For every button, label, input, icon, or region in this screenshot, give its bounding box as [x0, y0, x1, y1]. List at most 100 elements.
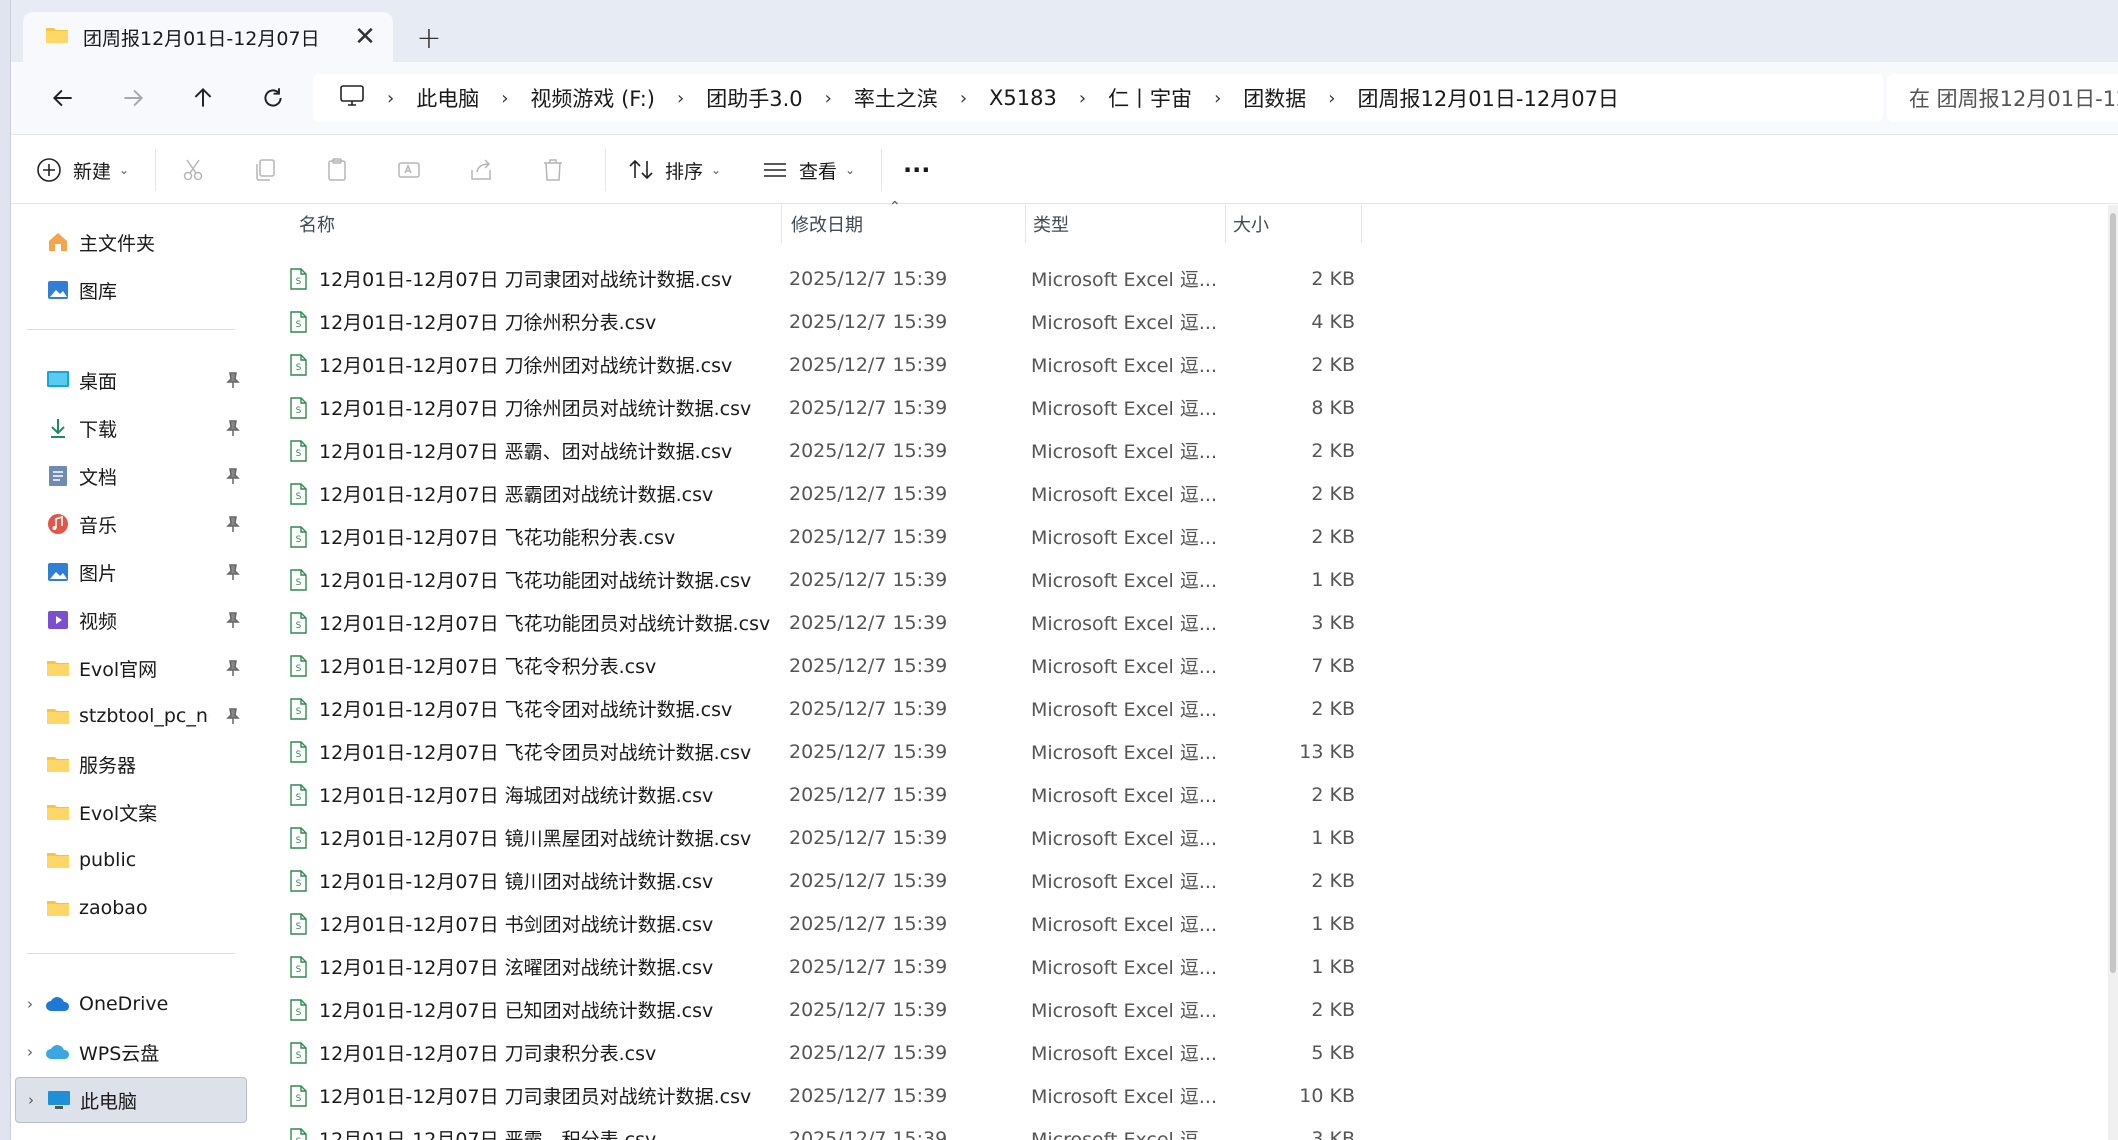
column-separator[interactable]: [1225, 205, 1226, 243]
breadcrumb-tuanzhushou[interactable]: 团助手3.0: [706, 83, 802, 113]
chevron-right-icon[interactable]: ›: [677, 88, 684, 109]
paste-button[interactable]: [323, 149, 351, 191]
column-header-date[interactable]: 修改日期: [791, 205, 863, 243]
file-row[interactable]: S 12月01日-12月07日 飞花功能团对战统计数据.csv 2025/12/7 …: [249, 558, 1369, 601]
file-row[interactable]: S 12月01日-12月07日 书剑团对战统计数据.csv 2025/12/7 15…: [249, 902, 1369, 945]
chevron-right-icon[interactable]: ›: [960, 88, 967, 109]
sidebar-item-stzbtool[interactable]: stzbtool_pc_new: [15, 693, 247, 739]
sidebar-item-wps-cloud[interactable]: › WPS云盘: [15, 1029, 247, 1075]
new-tab-button[interactable]: +: [409, 18, 449, 58]
tab-current-folder[interactable]: 团周报12月01日-12月07日 ✕: [23, 12, 393, 62]
file-row[interactable]: S 12月01日-12月07日 刀司隶团对战统计数据.csv 2025/12/7 1…: [249, 257, 1369, 300]
copy-button[interactable]: [251, 149, 279, 191]
sidebar-item-label: Evol官网: [79, 658, 158, 681]
breadcrumb-stzb[interactable]: 率土之滨: [854, 83, 938, 113]
file-row[interactable]: S 12月01日-12月07日 飞花功能积分表.csv 2025/12/7 15:3…: [249, 515, 1369, 558]
breadcrumb-this-pc[interactable]: 此电脑: [416, 83, 479, 113]
vertical-scrollbar[interactable]: [2108, 205, 2118, 1140]
file-row[interactable]: S 12月01日-12月07日 海城团对战统计数据.csv 2025/12/7 15…: [249, 773, 1369, 816]
file-row[interactable]: S 12月01日-12月07日 镜川团对战统计数据.csv 2025/12/7 15…: [249, 859, 1369, 902]
breadcrumb-team-data[interactable]: 团数据: [1243, 83, 1306, 113]
column-separator[interactable]: [1361, 205, 1362, 243]
pin-icon[interactable]: [223, 658, 243, 678]
close-tab-icon[interactable]: ✕: [345, 17, 385, 57]
file-name: 12月01日-12月07日 刀司隶积分表.csv: [289, 1031, 656, 1074]
breadcrumb-x5183[interactable]: X5183: [989, 86, 1057, 110]
file-name: 12月01日-12月07日 恶霸、团对战统计数据.csv: [289, 429, 732, 472]
file-row[interactable]: S 12月01日-12月07日 刀徐州团员对战统计数据.csv 2025/12/7 …: [249, 386, 1369, 429]
chevron-right-icon[interactable]: ›: [1079, 88, 1086, 109]
pin-icon[interactable]: [223, 562, 243, 582]
sidebar-item-music[interactable]: 音乐: [15, 501, 247, 547]
view-button[interactable]: 查看 ⌄: [761, 149, 855, 191]
scrollbar-thumb[interactable]: [2110, 213, 2116, 973]
file-type: Microsoft Excel 逗...: [1031, 398, 1217, 420]
file-row[interactable]: S12月01日-12月07日 恶霸、积分表.csv2025/12/7 15:39…: [249, 1117, 1369, 1140]
chevron-right-icon[interactable]: ›: [16, 1091, 46, 1109]
file-row[interactable]: S 12月01日-12月07日 飞花功能团员对战统计数据.csv 2025/12/7…: [249, 601, 1369, 644]
sidebar-item-home[interactable]: 主文件夹: [15, 219, 247, 265]
file-row[interactable]: S 12月01日-12月07日 飞花令团对战统计数据.csv 2025/12/7 1…: [249, 687, 1369, 730]
breadcrumb-drive-f[interactable]: 视频游戏 (F:): [530, 83, 655, 113]
chevron-right-icon[interactable]: ›: [1328, 88, 1335, 109]
search-input[interactable]: 在 团周报12月01日-12月07日 中搜索: [1887, 74, 2118, 122]
file-row[interactable]: S 12月01日-12月07日 已知团对战统计数据.csv 2025/12/7 15…: [249, 988, 1369, 1031]
cut-button[interactable]: [179, 149, 207, 191]
column-header-size[interactable]: 大小: [1233, 205, 1269, 243]
sidebar-item-evol-site[interactable]: Evol官网: [15, 645, 247, 691]
file-row[interactable]: S 12月01日-12月07日 飞花令团员对战统计数据.csv 2025/12/7 …: [249, 730, 1369, 773]
column-header-name[interactable]: 名称: [299, 205, 335, 243]
pin-icon[interactable]: [223, 610, 243, 630]
column-header-type[interactable]: 类型: [1033, 205, 1069, 243]
chevron-right-icon[interactable]: ›: [387, 88, 394, 109]
back-button[interactable]: [41, 76, 85, 120]
pin-icon[interactable]: [223, 706, 243, 726]
refresh-button[interactable]: [251, 76, 295, 120]
sidebar-item-evol-copy[interactable]: Evol文案: [15, 789, 247, 835]
chevron-right-icon[interactable]: ›: [15, 1043, 45, 1061]
chevron-right-icon[interactable]: ›: [1214, 88, 1221, 109]
file-row[interactable]: S 12月01日-12月07日 刀徐州团对战统计数据.csv 2025/12/7 1…: [249, 343, 1369, 386]
file-row[interactable]: S 12月01日-12月07日 恶霸团对战统计数据.csv 2025/12/7 15…: [249, 472, 1369, 515]
chevron-right-icon[interactable]: ›: [825, 88, 832, 109]
up-button[interactable]: [181, 76, 225, 120]
file-row[interactable]: S 12月01日-12月07日 刀徐州积分表.csv 2025/12/7 15:39…: [249, 300, 1369, 343]
column-separator[interactable]: [781, 205, 782, 243]
forward-button[interactable]: [111, 76, 155, 120]
sidebar-item-documents[interactable]: 文档: [15, 453, 247, 499]
pin-icon[interactable]: [223, 466, 243, 486]
file-row[interactable]: S 12月01日-12月07日 镜川黑屋团对战统计数据.csv 2025/12/7 …: [249, 816, 1369, 859]
address-bar[interactable]: › 此电脑 › 视频游戏 (F:) › 团助手3.0 › 率土之滨 › X518…: [313, 74, 1883, 122]
sidebar-item-public[interactable]: public: [15, 837, 247, 883]
file-row[interactable]: S 12月01日-12月07日 恶霸、团对战统计数据.csv 2025/12/7 1…: [249, 429, 1369, 472]
delete-button[interactable]: [539, 149, 567, 191]
breadcrumb-weekly-report[interactable]: 团周报12月01日-12月07日: [1357, 83, 1618, 113]
file-row[interactable]: S 12月01日-12月07日 泫曜团对战统计数据.csv 2025/12/7 15…: [249, 945, 1369, 988]
sidebar-item-desktop[interactable]: 桌面: [15, 357, 247, 403]
sidebar-item-this-pc[interactable]: › 此电脑: [15, 1077, 247, 1123]
breadcrumb-universe[interactable]: 仁丨宇宙: [1108, 83, 1192, 113]
navigation-pane: 主文件夹 图库 桌面 下载 文档 音乐 图片 视频 Evol官网 stzbtoo…: [11, 205, 247, 1140]
pin-icon[interactable]: [223, 418, 243, 438]
chevron-right-icon[interactable]: ›: [501, 88, 508, 109]
sidebar-item-videos[interactable]: 视频: [15, 597, 247, 643]
sidebar-item-pictures[interactable]: 图片: [15, 549, 247, 595]
sidebar-item-gallery[interactable]: 图库: [15, 267, 247, 313]
file-row[interactable]: S 12月01日-12月07日 刀司隶团员对战统计数据.csv 2025/12/7 …: [249, 1074, 1369, 1117]
sidebar-item-downloads[interactable]: 下载: [15, 405, 247, 451]
file-name: 12月01日-12月07日 刀徐州团员对战统计数据.csv: [289, 386, 751, 429]
share-button[interactable]: [467, 149, 495, 191]
more-options-button[interactable]: ···: [903, 149, 930, 191]
chevron-right-icon[interactable]: ›: [15, 995, 45, 1013]
sidebar-item-onedrive[interactable]: › OneDrive: [15, 981, 247, 1027]
column-separator[interactable]: [1025, 205, 1026, 243]
pin-icon[interactable]: [223, 514, 243, 534]
new-button[interactable]: 新建 ⌄: [35, 149, 129, 191]
sidebar-item-server[interactable]: 服务器: [15, 741, 247, 787]
sidebar-item-zaobao[interactable]: zaobao: [15, 885, 247, 931]
sort-button[interactable]: 排序 ⌄: [627, 149, 721, 191]
pin-icon[interactable]: [223, 370, 243, 390]
file-row[interactable]: S 12月01日-12月07日 飞花令积分表.csv 2025/12/7 15:39…: [249, 644, 1369, 687]
rename-button[interactable]: [395, 149, 423, 191]
file-row[interactable]: S 12月01日-12月07日 刀司隶积分表.csv 2025/12/7 15:39…: [249, 1031, 1369, 1074]
